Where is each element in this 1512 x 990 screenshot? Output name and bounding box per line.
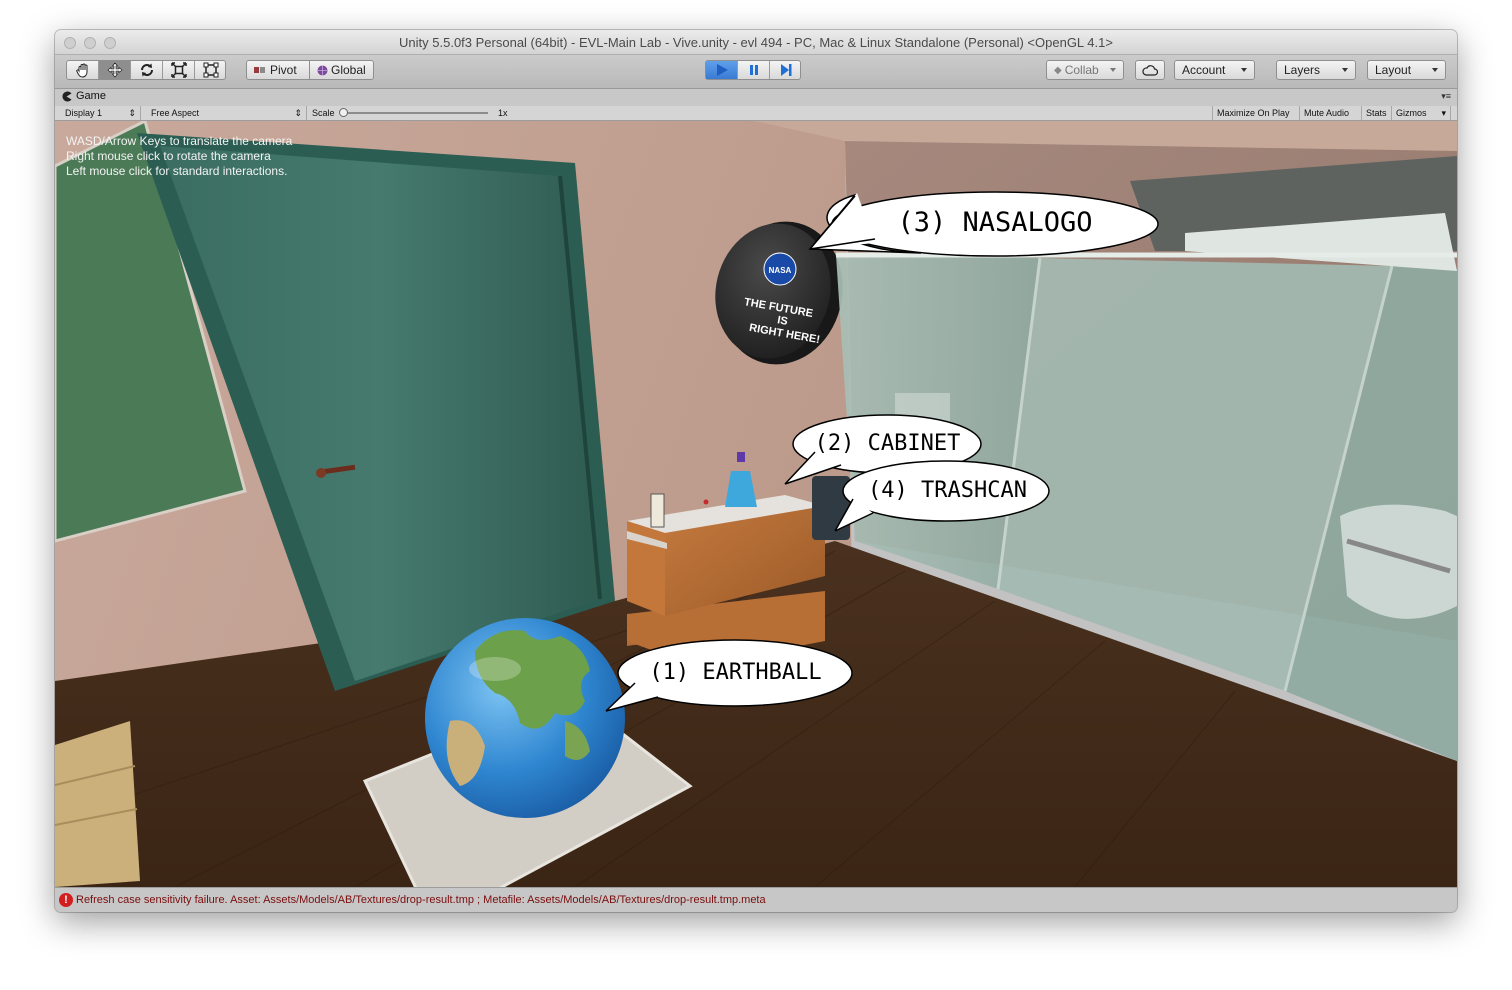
mute-audio-toggle[interactable]: Mute Audio [1300, 106, 1362, 120]
help-text-line: Right mouse click to rotate the camera [66, 149, 271, 163]
step-button[interactable] [770, 61, 802, 79]
rect-icon [203, 62, 219, 78]
step-icon [781, 64, 792, 76]
tab-game[interactable]: Game [61, 90, 106, 102]
game-view-controls: Display 1 ⇕ Free Aspect ⇕ Scale 1x Maximiz… [55, 106, 1457, 121]
globe-icon [317, 65, 328, 75]
game-tab-label: Game [76, 90, 106, 102]
unity-editor-window: Unity 5.5.0f3 Personal (64bit) - EVL-Mai… [55, 30, 1457, 912]
dropdown-arrow-icon: ▾ [1441, 108, 1446, 118]
stats-toggle[interactable]: Stats [1362, 106, 1392, 120]
error-icon: ! [59, 893, 73, 907]
tab-menu-icon[interactable]: ▾≡ [1441, 91, 1451, 102]
callout-trashcan: (4) TRASHCAN [868, 478, 1027, 503]
status-message: Refresh case sensitivity failure. Asset:… [76, 894, 766, 906]
collab-label: Collab [1064, 63, 1099, 77]
game-viewport[interactable]: NASA THE FUTURE IS RIGHT HERE! WASD/Arro… [55, 121, 1457, 887]
updown-icon: ⇕ [128, 108, 136, 118]
pacman-icon [62, 91, 72, 101]
scale-slider-track[interactable] [340, 112, 488, 114]
main-toolbar: Pivot Global ◆ Collab Account Layers Lay… [55, 55, 1457, 89]
scale-value: 1x [498, 108, 508, 118]
title-bar: Unity 5.5.0f3 Personal (64bit) - EVL-Mai… [55, 30, 1457, 55]
scale-label: Scale [312, 108, 335, 118]
play-icon [716, 64, 728, 76]
pause-button[interactable] [738, 61, 770, 79]
move-tool-button[interactable] [99, 61, 131, 79]
scale-tool-button[interactable] [163, 61, 195, 79]
cloud-button[interactable] [1135, 60, 1165, 80]
layout-dropdown[interactable]: Layout [1367, 60, 1446, 80]
hand-icon [75, 63, 87, 78]
layers-dropdown[interactable]: Layers [1276, 60, 1356, 80]
aspect-label: Free Aspect [151, 108, 200, 118]
scene-render: NASA THE FUTURE IS RIGHT HERE! [55, 121, 1457, 887]
callout-nasalogo: (3) NASALOGO [897, 207, 1093, 238]
pivot-label: Pivot [270, 63, 297, 77]
pivot-toggle[interactable]: Pivot [246, 60, 310, 80]
hand-tool-button[interactable] [67, 61, 99, 79]
game-tab-bar: Game ▾≡ [55, 89, 1457, 106]
diamond-icon: ◆ [1054, 64, 1062, 76]
help-text-line: Left mouse click for standard interactio… [66, 164, 288, 178]
account-label: Account [1182, 63, 1226, 77]
window-title: Unity 5.5.0f3 Personal (64bit) - EVL-Mai… [399, 35, 1113, 50]
aspect-dropdown[interactable]: Free Aspect ⇕ [147, 106, 307, 120]
rotate-tool-button[interactable] [131, 61, 163, 79]
display-dropdown[interactable]: Display 1 ⇕ [61, 106, 141, 120]
console-status-bar[interactable]: ! Refresh case sensitivity failure. Asse… [55, 887, 1457, 912]
account-dropdown[interactable]: Account [1174, 60, 1255, 80]
maximize-on-play-toggle[interactable]: Maximize On Play [1212, 106, 1300, 120]
rotate-icon [140, 63, 153, 77]
scale-slider-thumb[interactable] [339, 108, 348, 117]
scale-icon [170, 62, 187, 78]
cloud-icon [1142, 64, 1158, 76]
gizmos-dropdown[interactable]: Gizmos ▾ [1392, 106, 1451, 120]
sign-line-2: IS [776, 314, 788, 328]
rect-tool-button[interactable] [195, 61, 227, 79]
layout-label: Layout [1375, 63, 1412, 77]
updown-icon: ⇕ [294, 108, 302, 118]
display-label: Display 1 [65, 108, 103, 118]
transform-tools-group [66, 60, 226, 80]
callout-cabinet: (2) CABINET [814, 431, 961, 456]
scale-control: Scale 1x [308, 106, 518, 120]
pause-icon [749, 65, 758, 75]
play-button[interactable] [706, 61, 738, 79]
help-text-line: WASD/Arrow Keys to translate the camera [66, 134, 293, 148]
layers-label: Layers [1284, 63, 1321, 77]
gizmos-label: Gizmos [1396, 108, 1427, 118]
sign-nasa-text: NASA [769, 266, 792, 275]
collab-dropdown[interactable]: ◆ Collab [1046, 60, 1124, 80]
callout-earthball: (1) EARTHBALL [649, 660, 822, 685]
pivot-icon [254, 67, 265, 73]
global-label: Global [331, 63, 366, 77]
playback-controls [705, 60, 801, 80]
move-icon [107, 62, 122, 78]
global-toggle[interactable]: Global [309, 60, 374, 80]
